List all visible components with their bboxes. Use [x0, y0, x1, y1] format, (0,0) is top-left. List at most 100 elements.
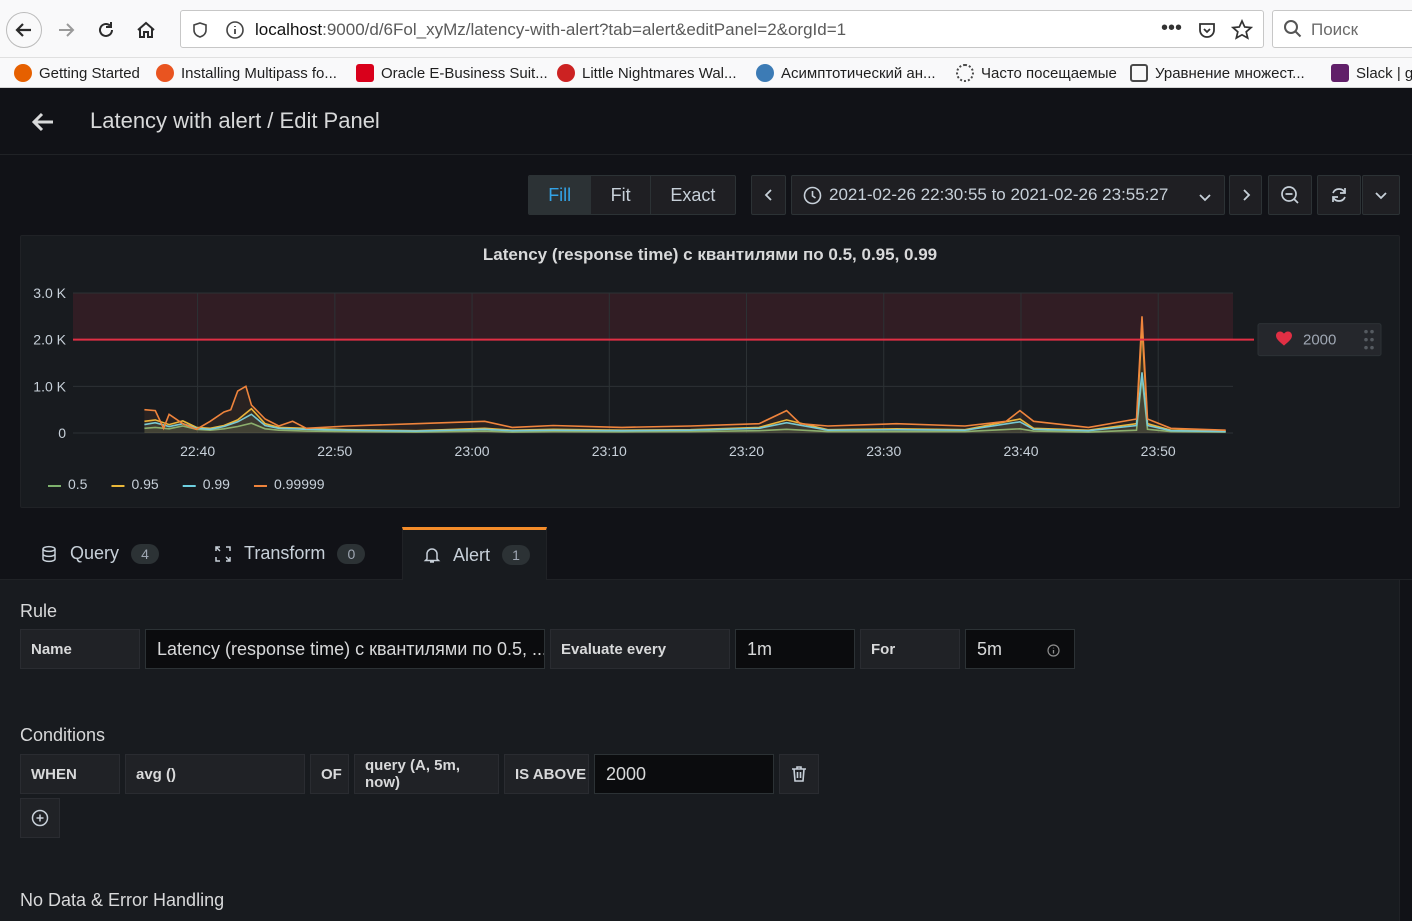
drag-handle-dot	[1370, 345, 1374, 350]
tab-query-count: 4	[131, 543, 160, 564]
rule-name-label: Name	[20, 629, 140, 669]
x-tick-label: 23:20	[729, 443, 764, 459]
for-input-value: 5m	[977, 638, 1003, 659]
refresh-icon	[1332, 188, 1346, 202]
tab-transform[interactable]: Transform 0	[214, 527, 366, 580]
bookmarks-bar: Getting Started Installing Multipass fo.…	[0, 58, 1412, 88]
time-range-text: 2021-02-26 22:30:55 to 2021-02-26 23:55:…	[829, 185, 1169, 204]
bookmark-item[interactable]: Oracle E-Business Suit...	[356, 62, 548, 84]
gear-icon	[956, 64, 974, 82]
x-tick-label: 23:00	[455, 443, 490, 459]
search-placeholder: Поиск	[1311, 20, 1359, 39]
time-range-picker[interactable]: 2021-02-26 22:30:55 to 2021-02-26 23:55:…	[791, 175, 1225, 215]
drag-handle-dot	[1364, 337, 1368, 342]
evaluate-every-input[interactable]: 1m	[735, 629, 855, 669]
tab-alert-label: Alert	[453, 544, 491, 565]
trash-icon	[792, 766, 806, 782]
condition-reducer-select[interactable]: avg ()	[125, 754, 305, 794]
graph-panel: Latency (response time) с квантилями по …	[20, 235, 1400, 508]
plus-circle-icon	[31, 809, 49, 827]
browser-forward-button[interactable]	[48, 12, 84, 48]
arrow-right-icon	[59, 23, 75, 37]
globe-icon	[756, 64, 774, 82]
bookmark-item[interactable]: Уравнение множест...	[1130, 62, 1305, 84]
tab-transform-count: 0	[337, 543, 366, 564]
time-shift-forward-button[interactable]	[1229, 175, 1262, 215]
editor-tabs: Query 4 Transform 0 Alert 1	[0, 527, 1412, 580]
drag-handle-dot	[1370, 329, 1374, 334]
browser-reload-button[interactable]	[88, 12, 124, 48]
url-bar[interactable]: localhost:9000/d/6Fol_xyMz/latency-with-…	[180, 10, 1264, 48]
drag-handle-dot	[1364, 329, 1368, 334]
pocket-icon[interactable]	[1197, 20, 1217, 40]
y-tick-label: 3.0 K	[33, 285, 66, 301]
x-tick-label: 23:40	[1003, 443, 1038, 459]
tab-query-label: Query	[70, 543, 120, 563]
info-circle-icon[interactable]	[1047, 644, 1060, 657]
browser-search-box[interactable]: Поиск	[1272, 10, 1412, 48]
condition-when-keyword: WHEN	[20, 754, 120, 794]
tab-alert[interactable]: Alert 1	[402, 527, 547, 580]
legend-item: 0.95	[131, 476, 158, 492]
chevron-left-icon	[764, 189, 772, 201]
star-icon[interactable]	[1231, 19, 1253, 41]
slack-icon	[1331, 64, 1349, 82]
condition-threshold-input[interactable]: 2000	[594, 754, 774, 794]
database-icon	[40, 545, 58, 563]
chevron-down-icon	[1375, 192, 1387, 200]
rule-section-title: Rule	[20, 601, 58, 621]
series-line	[144, 325, 1226, 432]
x-tick-label: 22:50	[317, 443, 352, 459]
threshold-handle-label: 2000	[1303, 332, 1336, 349]
x-tick-label: 23:30	[866, 443, 901, 459]
x-tick-label: 23:10	[592, 443, 627, 459]
browser-back-button[interactable]	[6, 12, 42, 48]
add-condition-button[interactable]	[20, 798, 60, 838]
info-icon[interactable]	[225, 20, 245, 40]
tab-alert-count: 1	[502, 545, 531, 565]
panel-editor-header: Latency with alert / Edit Panel	[0, 89, 1412, 155]
time-shift-back-button[interactable]	[751, 175, 786, 215]
bookmark-item[interactable]: Slack | g	[1331, 62, 1412, 84]
view-mode-exact[interactable]: Exact	[651, 176, 735, 214]
firefox-icon	[14, 64, 32, 82]
bookmark-item[interactable]: Installing Multipass fo...	[156, 62, 337, 84]
browser-toolbar: localhost:9000/d/6Fol_xyMz/latency-with-…	[0, 0, 1412, 58]
bookmark-item[interactable]: Асимптотический ан...	[756, 62, 936, 84]
chevron-right-icon	[1242, 189, 1250, 201]
alert-editor: Rule Name Latency (response time) с кван…	[0, 580, 1400, 921]
series-line	[144, 372, 1226, 433]
delete-condition-button[interactable]	[779, 754, 819, 794]
clock-icon	[803, 186, 822, 204]
home-icon	[137, 21, 155, 38]
reload-icon	[99, 22, 113, 37]
evaluate-every-label: Evaluate every	[550, 629, 730, 669]
bookmark-item[interactable]: Little Nightmares Wal...	[557, 62, 737, 84]
bookmark-item[interactable]: Getting Started	[14, 62, 140, 84]
view-mode-fill[interactable]: Fill	[529, 176, 592, 214]
rule-name-input[interactable]: Latency (response time) с квантилями по …	[145, 629, 545, 669]
refresh-button[interactable]	[1317, 175, 1361, 215]
back-arrow-icon[interactable]	[28, 107, 58, 137]
condition-query-select[interactable]: query (A, 5m, now)	[354, 754, 499, 794]
drag-handle-dot	[1370, 337, 1374, 342]
shield-icon[interactable]	[191, 21, 209, 39]
refresh-interval-dropdown[interactable]	[1362, 175, 1400, 215]
zoom-out-button[interactable]	[1268, 175, 1312, 215]
for-input[interactable]: 5m	[965, 629, 1075, 669]
legend-item: 0.99	[203, 476, 230, 492]
bell-icon	[423, 546, 441, 564]
y-tick-label: 1.0 K	[33, 378, 66, 394]
zoom-out-icon	[1281, 186, 1299, 204]
threshold-region	[73, 293, 1233, 340]
browser-home-button[interactable]	[128, 12, 164, 48]
bookmark-item[interactable]: Часто посещаемые	[956, 62, 1117, 84]
x-tick-label: 22:40	[180, 443, 215, 459]
condition-evaluator-select[interactable]: IS ABOVE	[504, 754, 589, 794]
more-icon[interactable]: •••	[1161, 17, 1182, 40]
for-label: For	[860, 629, 960, 669]
view-mode-fit[interactable]: Fit	[591, 176, 651, 214]
multipass-icon	[156, 64, 174, 82]
tab-query[interactable]: Query 4	[40, 527, 160, 580]
no-data-section-title: No Data & Error Handling	[20, 890, 225, 910]
